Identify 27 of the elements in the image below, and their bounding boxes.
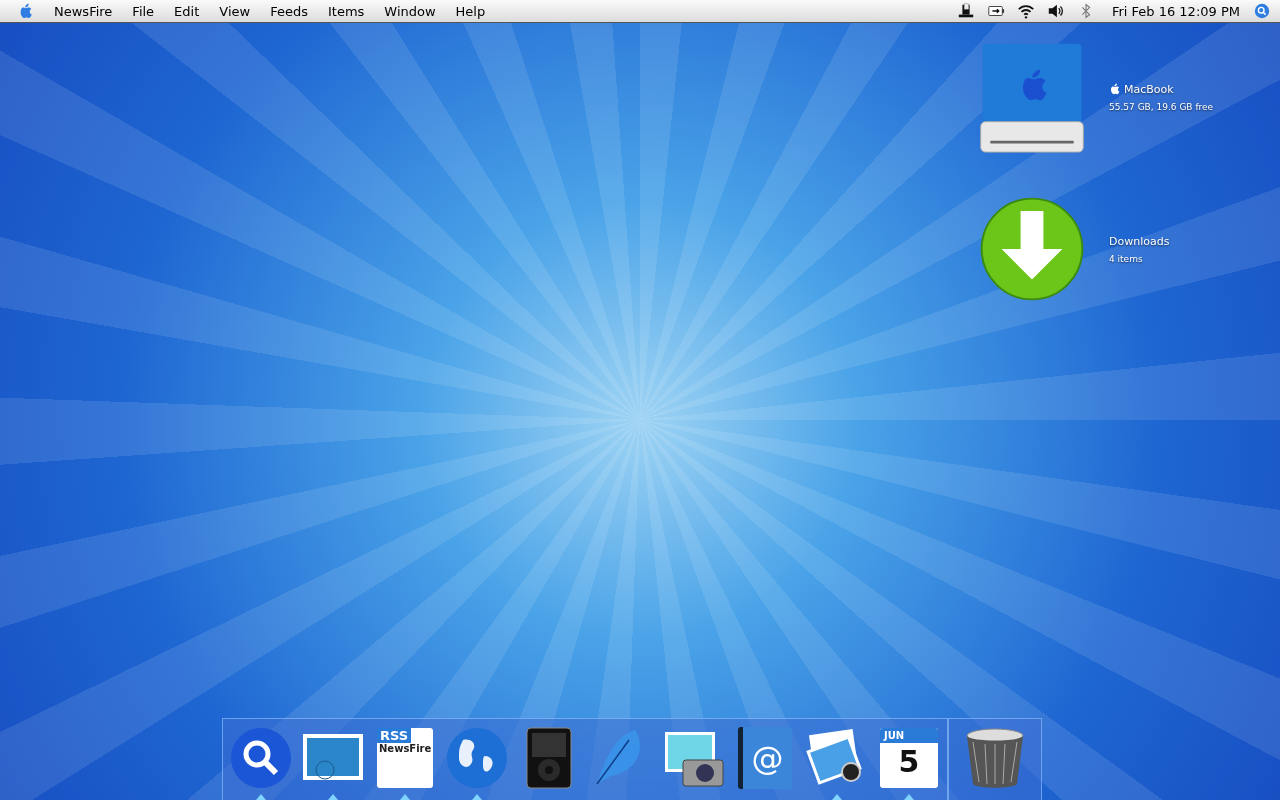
calendar-icon[interactable]: JUN 5 bbox=[880, 728, 938, 788]
menu-item[interactable]: Items bbox=[327, 3, 365, 19]
icon-label: @ bbox=[751, 739, 784, 777]
calendar-month: JUN bbox=[880, 728, 938, 743]
calendar-day: 5 bbox=[898, 743, 920, 781]
menu-item[interactable]: Window bbox=[384, 3, 436, 19]
apple-logo-icon[interactable] bbox=[18, 3, 34, 19]
apple-logo-icon bbox=[1109, 83, 1121, 95]
icon-label: RSS bbox=[377, 728, 412, 743]
address-book-icon[interactable]: @ bbox=[738, 727, 792, 789]
icon-info: 4 items bbox=[1109, 253, 1144, 264]
search-icon[interactable] bbox=[1254, 3, 1270, 19]
menu-item[interactable]: File bbox=[132, 3, 155, 19]
newspaper-icon[interactable]: RSS NewsFire bbox=[377, 728, 433, 788]
menu-item[interactable]: Feeds bbox=[270, 3, 308, 19]
menu-clock[interactable]: Fri Feb 16 12:09 PM bbox=[1111, 3, 1240, 19]
menu-item[interactable]: View bbox=[219, 3, 251, 19]
menu-item[interactable]: Edit bbox=[174, 3, 200, 19]
app-menu[interactable]: NewsFire bbox=[54, 3, 113, 19]
icon-name: MacBook bbox=[1109, 82, 1214, 96]
magnifier-icon[interactable] bbox=[229, 725, 293, 791]
globe-icon[interactable] bbox=[445, 725, 509, 791]
menu-item[interactable]: Help bbox=[455, 3, 486, 19]
wifi-icon[interactable] bbox=[1015, 2, 1036, 20]
icon-name: Downloads bbox=[1109, 234, 1170, 248]
icon-info: 55.57 GB, 19.6 GB free bbox=[1109, 101, 1214, 112]
icon-label: NewsFire bbox=[378, 743, 432, 754]
